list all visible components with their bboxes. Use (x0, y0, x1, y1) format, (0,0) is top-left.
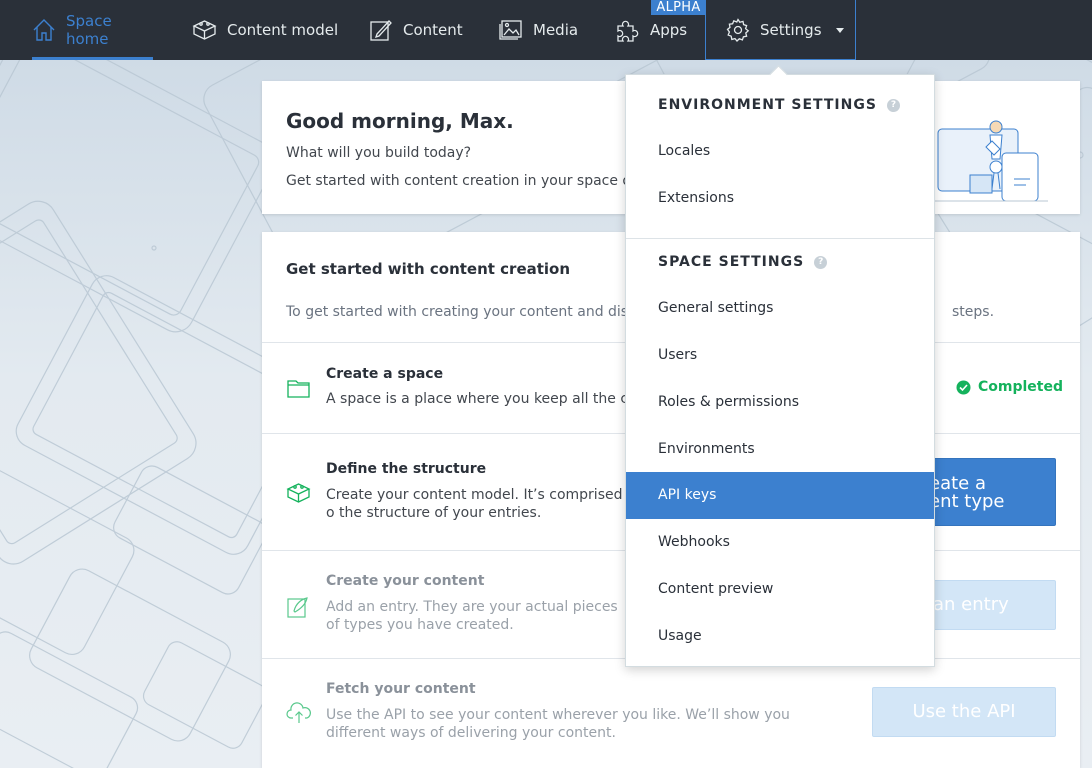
menu-item-users[interactable]: Users (626, 332, 934, 379)
cloud-upload-icon (286, 702, 311, 723)
step-title: Create your content (326, 573, 485, 589)
menu-item-environments[interactable]: Environments (626, 426, 934, 473)
cube-icon (192, 20, 217, 40)
menu-item-extensions[interactable]: Extensions (626, 175, 934, 222)
greeting-subtitle: What will you build today? (286, 145, 472, 161)
use-api-button[interactable]: Use the API (872, 687, 1056, 737)
nav-content-model[interactable]: Content model (192, 0, 338, 60)
nav-settings[interactable]: Settings (726, 0, 844, 60)
alpha-badge: ALPHA (651, 0, 706, 15)
menu-item-roles-permissions[interactable]: Roles & permissions (626, 379, 934, 426)
menu-divider (626, 238, 934, 239)
menu-item-webhooks[interactable]: Webhooks (626, 519, 934, 566)
menu-item-usage[interactable]: Usage (626, 613, 934, 660)
nav-label: Apps (650, 21, 688, 39)
nav-space-home[interactable]: Space home (32, 0, 153, 60)
space-settings-heading: SPACE SETTINGS ? (658, 254, 828, 270)
edit-icon (370, 20, 392, 41)
greeting-description: Get started with content creation in you… (286, 173, 637, 189)
nav-label: Settings (760, 21, 822, 39)
get-started-title: Get started with content creation (286, 260, 571, 278)
menu-item-content-preview[interactable]: Content preview (626, 566, 934, 613)
get-started-description: To get started with creating your conten… (286, 304, 640, 320)
step-fetch-content: Fetch your content Use the API to see yo… (262, 658, 1080, 768)
chevron-down-icon (835, 27, 844, 33)
menu-item-api-keys[interactable]: API keys (626, 472, 934, 519)
completed-label: Completed (978, 379, 1064, 395)
nav-label: Space home (66, 12, 112, 48)
nav-label: Content model (227, 21, 339, 39)
step-description: Create your content model. It’s comprise… (326, 487, 623, 521)
gear-icon (726, 18, 750, 42)
heading-label: ENVIRONMENT SETTINGS (658, 97, 877, 113)
nav-label: Media (533, 21, 579, 39)
menu-item-locales[interactable]: Locales (626, 128, 934, 175)
nav-media[interactable]: Media (498, 0, 578, 60)
image-icon (499, 20, 522, 40)
edit-icon (287, 597, 308, 618)
nav-label: Content (403, 21, 463, 39)
greeting-title: Good morning, Max. (286, 109, 514, 133)
illustration (932, 120, 1048, 202)
completed-status: Completed (956, 379, 1063, 395)
step-description: Use the API to see your content wherever… (326, 707, 790, 741)
help-icon[interactable]: ? (886, 98, 900, 112)
get-started-description-end: steps. (952, 304, 995, 320)
button-label-line2: ent type (929, 491, 1005, 512)
step-title: Fetch your content (326, 681, 476, 697)
puzzle-icon (617, 20, 639, 42)
menu-item-general-settings[interactable]: General settings (626, 285, 934, 332)
folder-icon (287, 380, 310, 398)
home-icon (33, 19, 55, 41)
step-description: Add an entry. They are your actual piece… (326, 599, 618, 633)
help-icon[interactable]: ? (814, 255, 828, 269)
step-title: Create a space (326, 366, 444, 382)
check-circle-icon (956, 380, 971, 394)
cube-icon (286, 483, 311, 503)
top-navigation: Space home Content model Content Media A… (0, 0, 1092, 60)
heading-label: SPACE SETTINGS (658, 254, 805, 270)
nav-content[interactable]: Content (369, 0, 463, 60)
settings-dropdown-menu: ENVIRONMENT SETTINGS ? Locales Extension… (625, 74, 935, 667)
environment-settings-heading: ENVIRONMENT SETTINGS ? (658, 97, 900, 113)
step-title: Define the structure (326, 461, 487, 477)
